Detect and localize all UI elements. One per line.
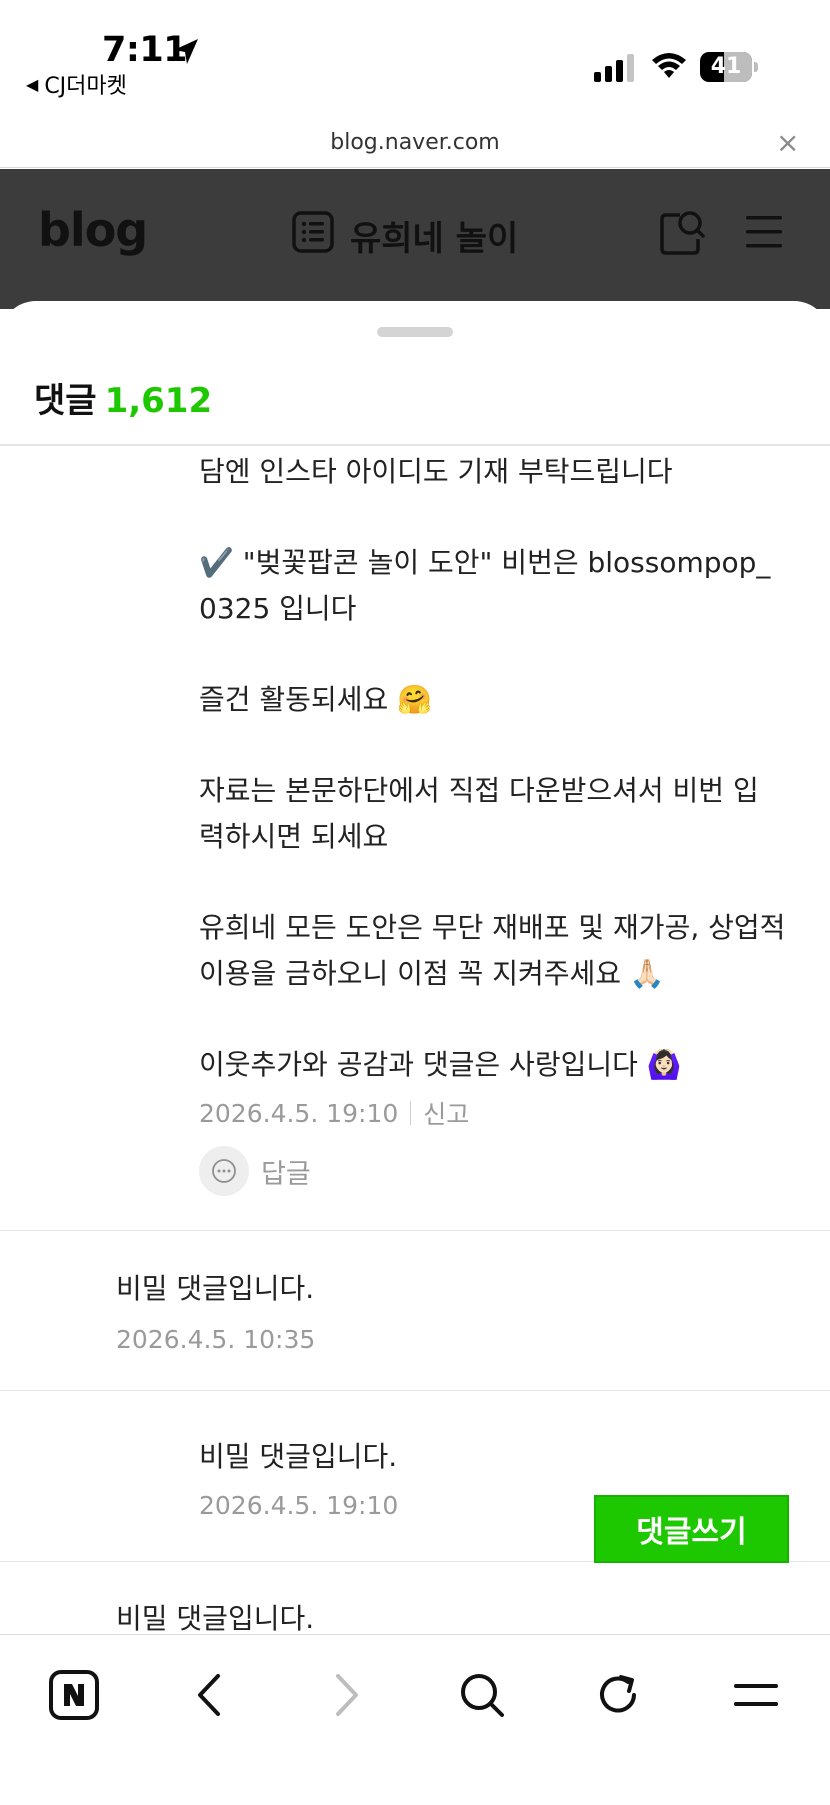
reply-button[interactable]: 답글 — [199, 1146, 311, 1196]
status-bar: 7:11 ◀ CJ더마켓 41 — [0, 0, 830, 122]
battery-indicator: 41 — [700, 52, 758, 82]
comment-divider — [0, 1230, 830, 1231]
back-app-label: CJ더마켓 — [44, 74, 127, 99]
list-icon[interactable] — [292, 211, 334, 253]
comments-count: 1,612 — [104, 381, 213, 421]
menu-icon[interactable] — [726, 1665, 786, 1725]
back-app-arrow: ◀ — [26, 74, 39, 94]
speech-bubble-icon — [199, 1146, 249, 1196]
search-icon[interactable] — [660, 207, 706, 255]
secret-comment-text: 비밀 댓글입니다. — [199, 1440, 398, 1473]
close-icon[interactable]: × — [776, 126, 799, 159]
reply-text-line: 유희네 모든 도안은 무단 재배포 및 재가공, 상업적 이용을 금하오니 이점… — [199, 911, 786, 990]
comments-sheet: 댓글 1,612 담엔 인스타 아이디도 기재 부탁드립니다 ✔️ "벚꽃팝콘 놀… — [0, 301, 830, 1634]
meta-separator — [410, 1101, 412, 1125]
back-icon[interactable] — [180, 1665, 240, 1725]
write-comment-button[interactable]: 댓글쓰기 — [594, 1495, 789, 1563]
refresh-icon[interactable] — [588, 1665, 648, 1725]
wifi-icon — [652, 53, 686, 78]
hamburger-menu-icon[interactable] — [744, 213, 784, 251]
search-icon[interactable] — [452, 1665, 512, 1725]
reply-text-line: 이웃추가와 공감과 댓글은 사랑입니다 🙆🏻‍♀️ — [199, 1048, 682, 1081]
comments-title: 댓글 — [34, 381, 97, 421]
back-to-app[interactable]: ◀ CJ더마켓 — [26, 68, 127, 100]
secret-comment-date: 2026.4.5. 19:10 — [199, 1491, 399, 1520]
url-text[interactable]: blog.naver.com — [0, 130, 830, 155]
reply-button-label: 답글 — [261, 1158, 311, 1190]
battery-cap — [754, 62, 758, 72]
reply-text-line: 즐건 활동되세요 🤗 — [199, 683, 432, 716]
sheet-divider — [0, 444, 830, 446]
forward-icon[interactable] — [316, 1665, 376, 1725]
secret-comment-date: 2026.4.5. 10:35 — [116, 1325, 316, 1354]
secret-comment-text: 비밀 댓글입니다. — [116, 1602, 315, 1634]
battery-level: 41 — [710, 54, 742, 79]
reply-text-line: 자료는 본문하단에서 직접 다운받으셔서 비번 입 력하시면 되세요 — [199, 774, 759, 853]
location-arrow-icon — [174, 39, 198, 64]
report-link[interactable]: 신고 — [423, 1095, 469, 1131]
reply-text-line: ✔️ "벚꽃팝콘 놀이 도안" 비번은 blossompop_ 0325 입니다 — [199, 546, 771, 625]
comments-header: 댓글 1,612 — [34, 373, 212, 422]
naver-n-icon[interactable] — [44, 1665, 104, 1725]
blog-title[interactable]: 유희네 놀이 — [350, 211, 518, 260]
reply-meta: 2026.4.5. 19:10 신고 — [199, 1095, 469, 1131]
blog-header: blog 유희네 놀이 — [0, 169, 830, 309]
cellular-signal-icon — [594, 54, 634, 82]
comment-divider — [0, 1390, 830, 1391]
reply-text-line: 담엔 인스타 아이디도 기재 부탁드립니다 — [199, 455, 673, 488]
secret-comment-text: 비밀 댓글입니다. — [116, 1272, 315, 1305]
address-bar[interactable]: blog.naver.com × — [0, 122, 830, 168]
reply-date: 2026.4.5. 19:10 — [199, 1098, 399, 1128]
sheet-drag-handle[interactable] — [377, 327, 453, 337]
browser-toolbar — [0, 1634, 830, 1805]
blog-logo[interactable]: blog — [38, 203, 148, 257]
